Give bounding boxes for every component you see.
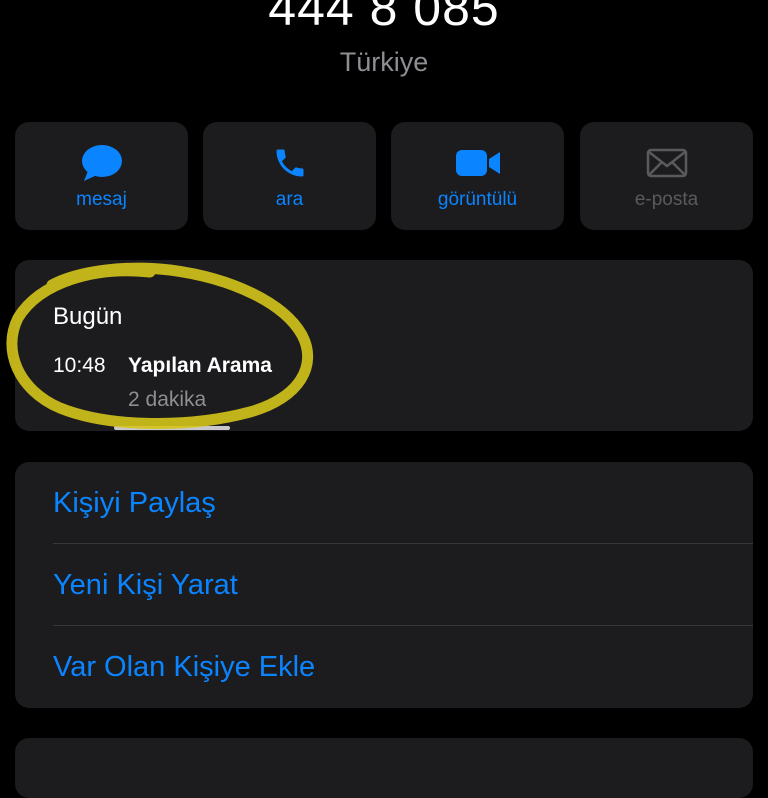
add-to-existing-label: Var Olan Kişiye Ekle [53,651,316,683]
call-type: Yapılan Arama [128,354,272,377]
phone-number: 444 8 085 [268,0,500,36]
email-label: e-posta [634,189,699,210]
home-indicator [114,426,230,430]
video-label: görüntülü [437,189,518,210]
create-contact-option[interactable]: Yeni Kişi Yarat [15,544,753,626]
phone-icon [203,142,376,184]
call-button[interactable]: ara [203,122,376,230]
mail-icon [580,142,753,184]
call-duration: 2 dakika [128,388,207,411]
create-contact-label: Yeni Kişi Yarat [53,569,238,601]
video-icon [391,142,564,184]
next-card [15,738,753,798]
message-icon [15,142,188,184]
contact-options-card: Kişiyi Paylaş Yeni Kişi Yarat Var Olan K… [15,462,753,708]
recent-day: Bugün [53,303,123,330]
action-buttons: mesaj ara görüntülü e-posta [15,122,753,230]
message-button[interactable]: mesaj [15,122,188,230]
add-to-existing-option[interactable]: Var Olan Kişiye Ekle [15,626,753,708]
share-contact-label: Kişiyi Paylaş [53,487,216,519]
recent-calls-card: Bugün 10:48 Yapılan Arama 2 dakika [15,260,753,431]
call-time: 10:48 [53,354,106,377]
country-label: Türkiye [339,47,429,77]
video-button[interactable]: görüntülü [391,122,564,230]
call-label: ara [275,189,304,210]
email-button[interactable]: e-posta [580,122,753,230]
share-contact-option[interactable]: Kişiyi Paylaş [15,462,753,544]
message-label: mesaj [76,189,127,210]
